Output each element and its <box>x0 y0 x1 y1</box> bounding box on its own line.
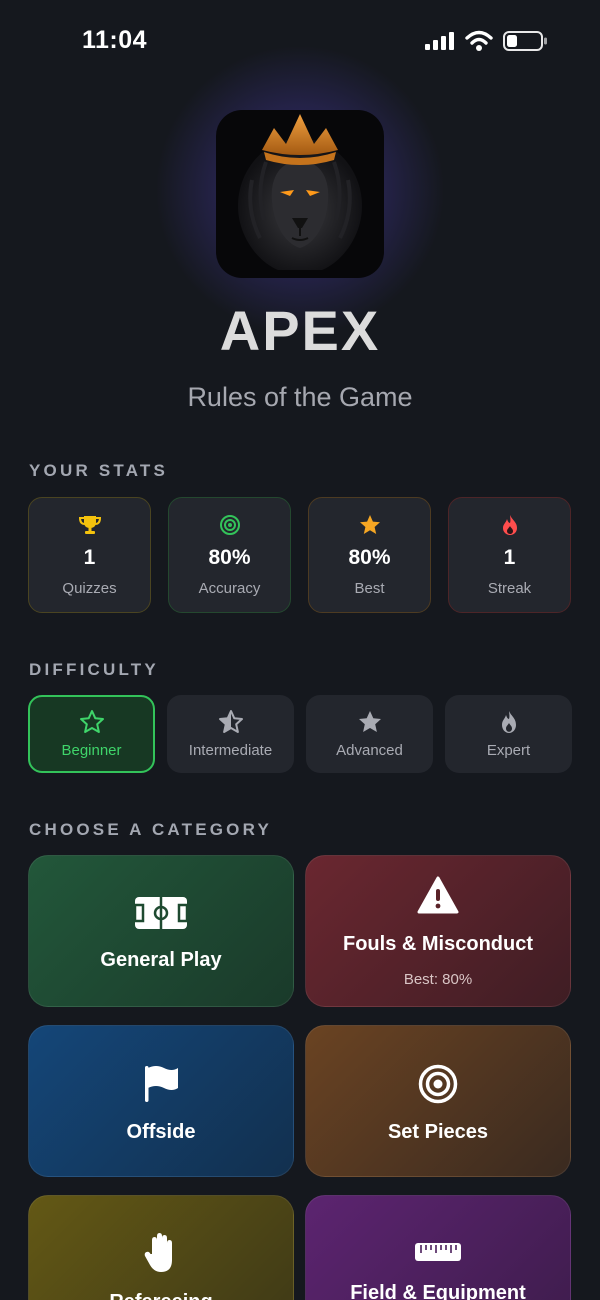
stat-value: 80% <box>208 546 251 569</box>
stat-card-streak: 1 Streak <box>448 497 571 613</box>
stat-value: 1 <box>83 546 96 569</box>
app-logo <box>216 110 384 278</box>
star-icon <box>359 515 380 534</box>
difficulty-label: Beginner <box>61 742 122 759</box>
target-icon <box>219 515 240 535</box>
ruler-icon <box>415 1243 461 1261</box>
category-title: Offside <box>126 1121 196 1143</box>
category-title: Refereeing <box>29 1291 293 1300</box>
category-field-equipment[interactable]: Field & Equipment <box>305 1195 571 1300</box>
difficulty-expert-button[interactable]: Expert <box>445 695 572 773</box>
difficulty-label: Expert <box>486 742 531 759</box>
category-best-score: Best: 80% <box>403 971 473 988</box>
wifi-icon <box>465 30 493 51</box>
category-title: General Play <box>100 949 222 971</box>
difficulty-label: Advanced <box>336 742 403 759</box>
star-filled-icon <box>358 711 381 732</box>
category-title: Field & Equipment <box>350 1282 526 1300</box>
flame-icon <box>502 515 517 535</box>
flag-icon <box>145 1066 178 1102</box>
app-subtitle: Rules of the Game <box>187 382 413 412</box>
app-name: APEX <box>219 299 381 362</box>
stat-label: Quizzes <box>62 580 117 597</box>
stats-section-label: YOUR STATS <box>29 461 169 480</box>
stat-label: Streak <box>487 580 532 597</box>
warning-icon <box>417 876 459 914</box>
star-outline-icon <box>79 710 104 733</box>
stat-label: Accuracy <box>198 580 261 597</box>
category-refereeing[interactable]: Refereeing <box>28 1195 294 1300</box>
stat-card-best: 80% Best <box>308 497 431 613</box>
trophy-icon <box>78 516 101 534</box>
difficulty-beginner-button[interactable]: Beginner <box>28 695 155 773</box>
category-general-play[interactable]: General Play <box>28 855 294 1007</box>
hand-icon <box>144 1233 172 1272</box>
stat-label: Best <box>354 580 385 597</box>
difficulty-label: Intermediate <box>188 742 273 759</box>
category-fouls-misconduct[interactable]: Fouls & Misconduct Best: 80% <box>305 855 571 1007</box>
target-icon <box>418 1064 458 1104</box>
category-set-pieces[interactable]: Set Pieces <box>305 1025 571 1177</box>
difficulty-advanced-button[interactable]: Advanced <box>306 695 433 773</box>
category-title: Set Pieces <box>387 1121 489 1143</box>
flame-icon <box>501 711 516 733</box>
stat-card-accuracy: 80% Accuracy <box>168 497 291 613</box>
difficulty-section-label: DIFFICULTY <box>29 660 159 679</box>
pitch-icon <box>134 897 188 929</box>
status-time: 11:04 <box>82 26 148 54</box>
difficulty-intermediate-button[interactable]: Intermediate <box>167 695 294 773</box>
category-section-label: CHOOSE A CATEGORY <box>29 820 272 839</box>
stat-card-quizzes: 1 Quizzes <box>28 497 151 613</box>
battery-icon <box>503 31 547 51</box>
category-offside[interactable]: Offside <box>28 1025 294 1177</box>
stat-value: 1 <box>503 546 516 569</box>
half-star-icon <box>218 710 243 733</box>
stat-value: 80% <box>348 546 391 569</box>
category-title: Fouls & Misconduct <box>343 933 533 955</box>
